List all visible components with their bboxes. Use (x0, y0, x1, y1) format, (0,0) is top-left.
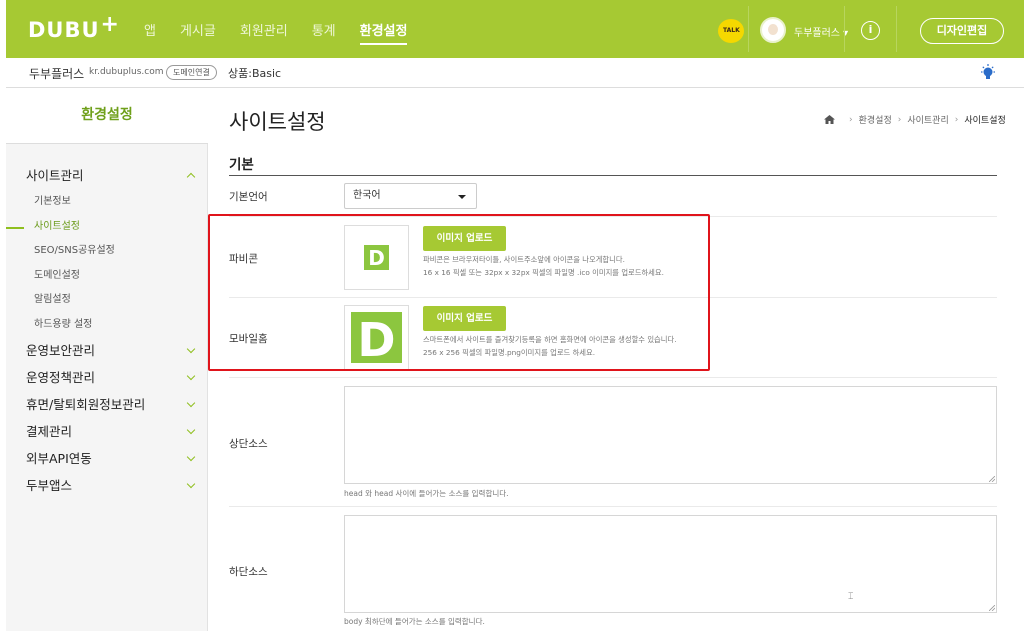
lightbulb-icon[interactable] (980, 64, 996, 82)
breadcrumb-item[interactable]: 환경설정 (859, 113, 892, 126)
breadcrumb-current: 사이트설정 (964, 116, 1006, 126)
info-icon[interactable]: i (861, 21, 880, 40)
language-select[interactable]: 한국어 (344, 183, 477, 209)
top-source-textarea[interactable] (344, 386, 997, 484)
chevron-down-icon (186, 452, 196, 462)
sidebar-group-payment[interactable]: 결제관리 (6, 418, 208, 445)
kakaotalk-icon[interactable]: TALK (718, 19, 744, 43)
sidebar-item-domain[interactable]: 도메인설정 (6, 264, 208, 289)
sidebar-group-security[interactable]: 운영보안관리 (6, 337, 208, 364)
sidebar-group-site-management[interactable]: 사이트관리 (6, 162, 208, 189)
domain-connect-button[interactable]: 도메인연결 (166, 65, 217, 80)
site-info-bar: 두부플러스 kr.dubuplus.com 도메인연결 상품:Basic (6, 58, 1024, 88)
top-nav: 앱 게시글 회원관리 통계 환경설정 (144, 20, 431, 45)
chevron-up-icon (186, 172, 196, 182)
resize-grip-icon[interactable] (989, 476, 995, 482)
top-bar: DUBU+ 앱 게시글 회원관리 통계 환경설정 TALK 두부플러스 ▾ i … (6, 0, 1024, 58)
bottom-source-label: 하단소스 (229, 566, 268, 578)
chevron-down-icon (186, 344, 196, 354)
chevron-right-icon: › (849, 114, 853, 125)
top-source-label: 상단소스 (229, 438, 268, 450)
sidebar-group-dormant[interactable]: 휴면/탈퇴회원정보관리 (6, 391, 208, 418)
chevron-down-icon (186, 371, 196, 381)
site-name: 두부플러스 (29, 67, 85, 81)
row-divider (229, 506, 997, 507)
nav-item-members[interactable]: 회원관리 (240, 20, 288, 45)
sidebar-group-policy[interactable]: 운영정책관리 (6, 364, 208, 391)
sidebar-item-storage[interactable]: 하드용량 설정 (6, 313, 208, 338)
section-divider (229, 175, 997, 176)
breadcrumb-item[interactable]: 사이트관리 (907, 113, 948, 126)
sidebar-group-external-api[interactable]: 외부API연동 (6, 445, 208, 472)
bottom-source-textarea[interactable] (344, 515, 997, 613)
highlight-box (208, 214, 710, 371)
row-divider (229, 377, 997, 378)
divider (896, 6, 897, 52)
product-plan: 상품:Basic (228, 67, 282, 80)
chevron-right-icon: › (954, 114, 959, 125)
sidebar-title: 환경설정 (6, 89, 208, 144)
site-url: kr.dubuplus.com (89, 67, 164, 77)
divider (748, 6, 749, 52)
nav-item-posts[interactable]: 게시글 (180, 20, 216, 45)
sidebar-item-site-settings[interactable]: 사이트설정 (6, 215, 208, 240)
sidebar-item-basic-info[interactable]: 기본정보 (6, 190, 208, 215)
section-title: 기본 (229, 157, 254, 173)
user-menu[interactable]: 두부플러스 ▾ (794, 24, 848, 39)
caret-down-icon (458, 195, 466, 199)
design-edit-button[interactable]: 디자인편집 (920, 18, 1004, 44)
sidebar: 환경설정 사이트관리 기본정보 사이트설정 SEO/SNS공유설정 도메인설정 … (6, 89, 208, 631)
dubu-logo[interactable]: DUBU+ (28, 12, 120, 43)
bottom-source-note: body 최하단에 들어가는 소스를 입력합니다. (344, 617, 485, 626)
avatar[interactable] (760, 17, 786, 43)
nav-item-stats[interactable]: 통계 (312, 20, 336, 45)
sidebar-menu: 사이트관리 기본정보 사이트설정 SEO/SNS공유설정 도메인설정 알림설정 … (6, 162, 208, 499)
home-icon[interactable] (824, 115, 835, 124)
top-source-note: head 와 head 사이에 들어가는 소스를 입력합니다. (344, 489, 509, 498)
nav-item-settings[interactable]: 환경설정 (359, 20, 408, 45)
text-cursor-icon: ⌶ (848, 592, 854, 602)
chevron-down-icon (186, 398, 196, 408)
sidebar-item-seo-sns[interactable]: SEO/SNS공유설정 (6, 239, 208, 264)
breadcrumb: › 환경설정 › 사이트관리 › 사이트설정 (824, 113, 1006, 126)
chevron-down-icon (186, 479, 196, 489)
divider (844, 6, 845, 52)
sidebar-item-notification[interactable]: 알림설정 (6, 288, 208, 313)
language-label: 기본언어 (229, 191, 268, 203)
chevron-right-icon: › (897, 114, 902, 125)
resize-grip-icon[interactable] (989, 605, 995, 611)
page-title: 사이트설정 (229, 110, 326, 134)
nav-item-app[interactable]: 앱 (144, 20, 156, 45)
sidebar-group-dubu-apps[interactable]: 두부앱스 (6, 472, 208, 499)
chevron-down-icon (186, 425, 196, 435)
